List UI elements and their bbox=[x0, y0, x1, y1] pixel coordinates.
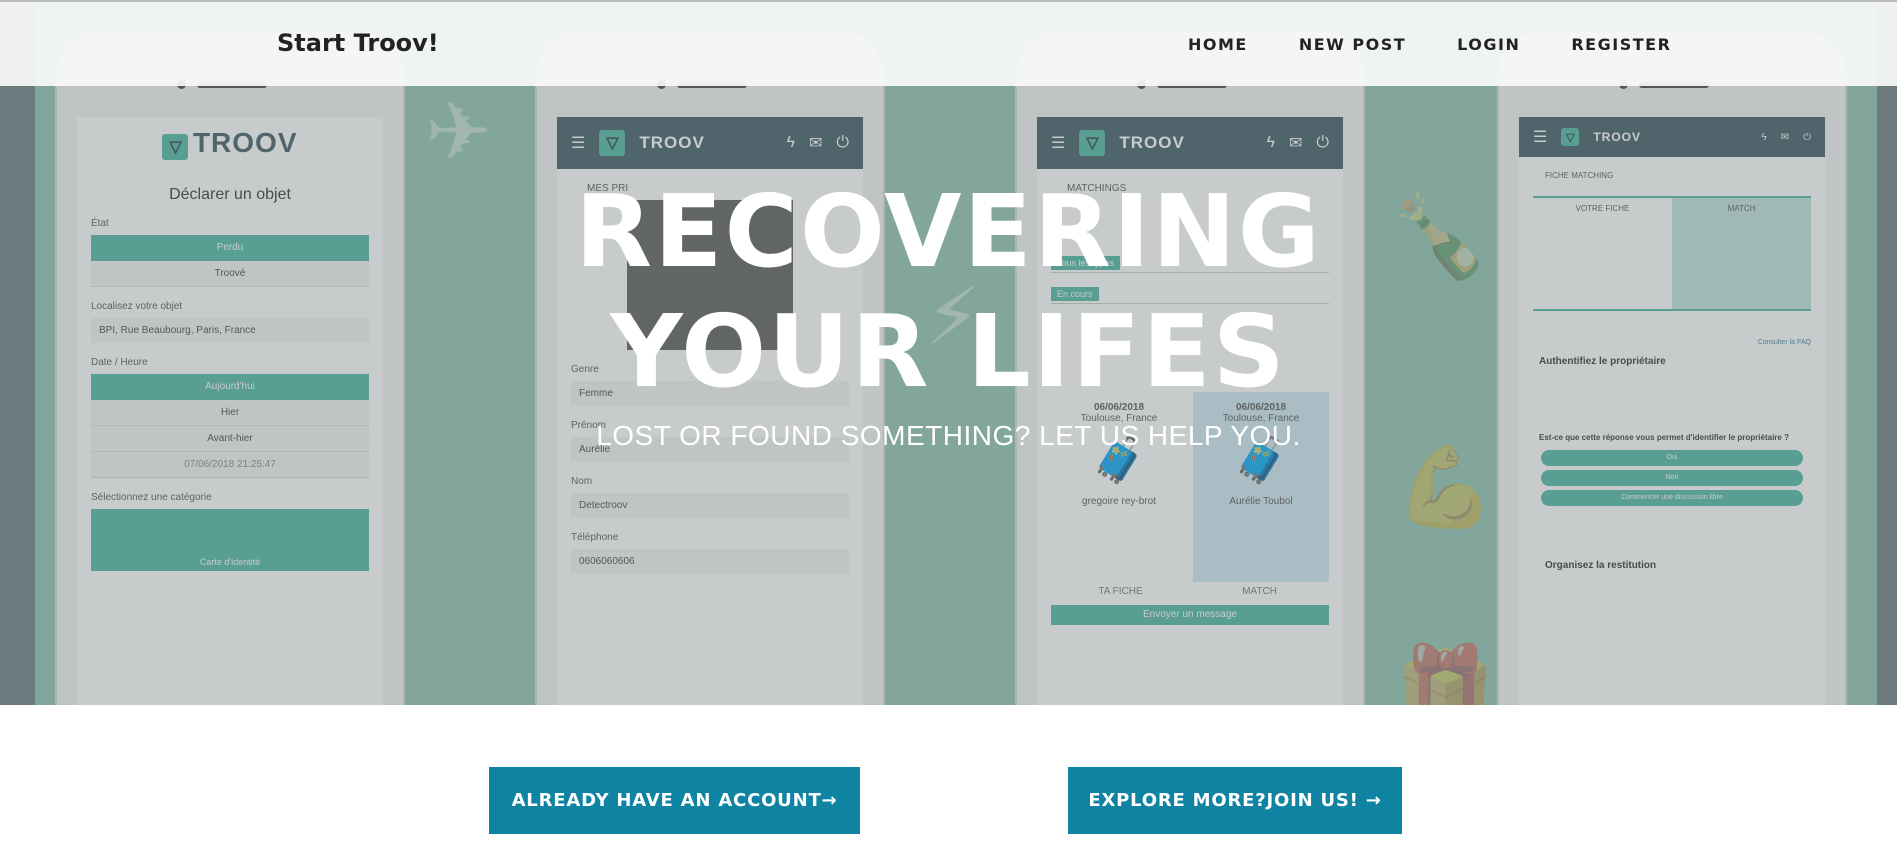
nav-links: HOME NEW POST LOGIN REGISTER bbox=[1188, 35, 1671, 54]
brand-link[interactable]: Start Troov! bbox=[277, 29, 439, 57]
join-us-button[interactable]: EXPLORE MORE?JOIN US! → bbox=[1068, 767, 1402, 834]
hero-subheadline: LOST OR FOUND SOMETHING? LET US HELP YOU… bbox=[596, 420, 1301, 451]
hero-headline-line1: RECOVERING bbox=[575, 173, 1322, 290]
already-have-account-button[interactable]: ALREADY HAVE AN ACCOUNT→ bbox=[489, 767, 860, 834]
top-navbar: Start Troov! HOME NEW POST LOGIN REGISTE… bbox=[0, 0, 1897, 86]
nav-new-post[interactable]: NEW POST bbox=[1299, 35, 1406, 54]
hero-headline-line2: YOUR LIFES bbox=[610, 293, 1287, 410]
nav-register[interactable]: REGISTER bbox=[1571, 35, 1671, 54]
nav-login[interactable]: LOGIN bbox=[1457, 35, 1520, 54]
nav-home[interactable]: HOME bbox=[1188, 35, 1248, 54]
